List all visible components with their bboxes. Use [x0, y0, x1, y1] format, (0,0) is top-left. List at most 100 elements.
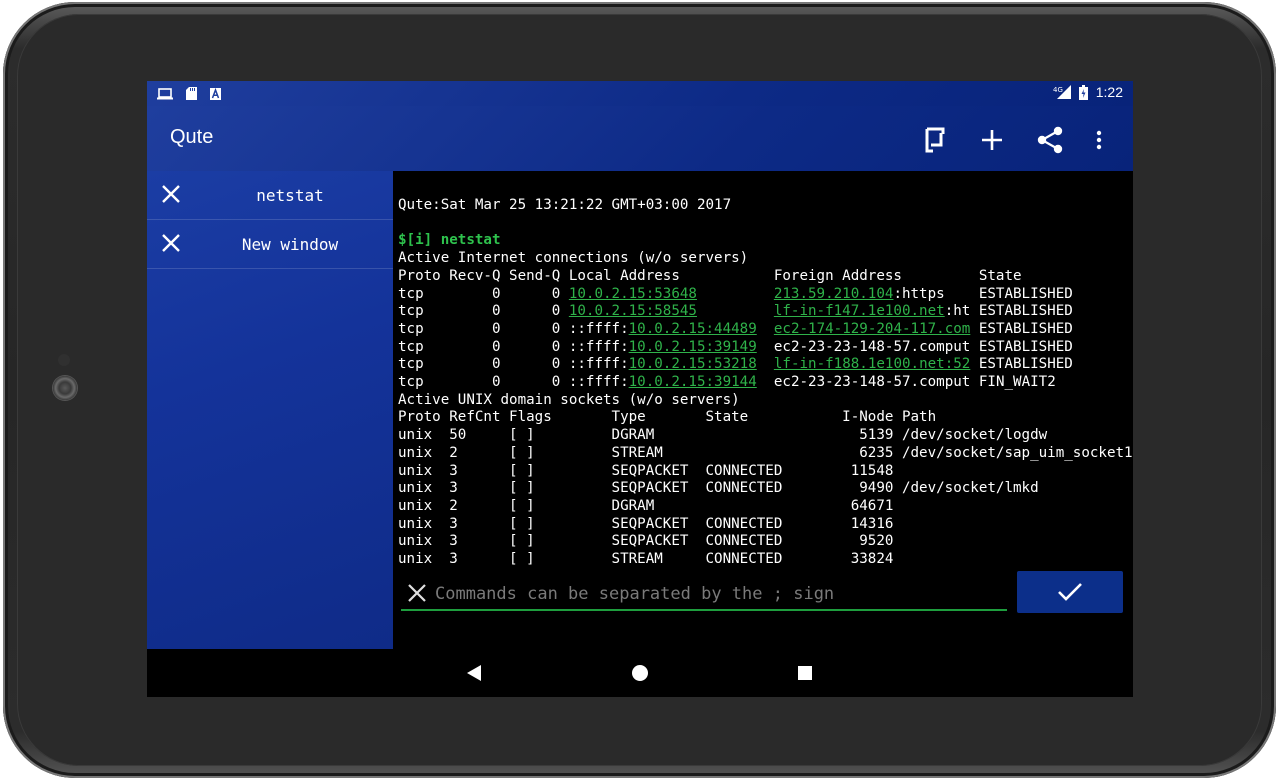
unix-socket-row: unix 2 [ ] DGRAM 64671 [398, 497, 894, 514]
command-input[interactable] [433, 579, 1007, 609]
plus-icon [982, 130, 1002, 150]
foreign-address-link[interactable]: lf-in-f147.1e100.net [774, 303, 945, 319]
run-command-button[interactable] [1017, 571, 1123, 613]
back-triangle-icon [467, 665, 481, 681]
command-prompt: $[i] netstat [398, 232, 501, 249]
home-circle-icon [632, 665, 648, 681]
open-terminal-button[interactable] [905, 120, 963, 160]
local-address-link[interactable]: 10.0.2.15:53218 [629, 356, 757, 372]
unix-socket-row: unix 50 [ ] DGRAM 5139 /dev/socket/logdw [398, 427, 1048, 444]
more-vert-icon [1096, 130, 1102, 150]
drawer-item-label: New window [241, 234, 339, 254]
inet-row-counts: tcp 0 0 [398, 374, 569, 391]
front-camera [53, 376, 77, 400]
unix-socket-row: unix 3 [ ] STREAM CONNECTED 33824 [398, 551, 894, 568]
laptop-icon [157, 87, 173, 99]
battery-icon [1078, 84, 1088, 100]
inet-row: tcp 0 0 ::ffff:10.0.2.15:53218 lf-in-f18… [398, 356, 1073, 372]
inet-columns: Proto Recv-Q Send-Q Local Address Foreig… [398, 267, 1022, 284]
close-icon[interactable] [161, 184, 181, 204]
local-address-link[interactable]: 10.0.2.15:53648 [569, 286, 697, 302]
inet-rows: tcp 0 0 10.0.2.15:53648 213.59.210.104:h… [398, 286, 1073, 391]
inet-row: tcp 0 0 10.0.2.15:58545 lf-in-f147.1e100… [398, 303, 1073, 319]
overflow-menu-button[interactable] [1079, 120, 1119, 160]
unix-socket-row: unix 3 [ ] SEQPACKET CONNECTED 9490 /dev… [398, 480, 1039, 497]
sd-card-icon [186, 87, 197, 100]
command-field [401, 579, 1007, 611]
home-button[interactable] [628, 661, 652, 685]
drawer-item-new-window[interactable]: New window [147, 220, 393, 269]
navigation-bar [147, 649, 1133, 697]
connection-state: FIN_WAIT2 [970, 374, 1056, 391]
foreign-address-link[interactable]: ec2-174-129-204-117.com [774, 321, 970, 337]
unix-columns: Proto RefCnt Flags Type State I-Node Pat… [398, 409, 937, 426]
unix-socket-row: unix 3 [ ] SEQPACKET CONNECTED 14316 [398, 515, 894, 532]
ipv6-prefix: ::ffff: [568, 320, 629, 337]
app-title: Qute [170, 126, 214, 148]
recents-button[interactable] [793, 661, 817, 685]
proximity-sensor [58, 354, 70, 366]
connection-state: ESTABLISHED [970, 303, 1073, 320]
local-address-link[interactable]: 10.0.2.15:39144 [629, 374, 757, 390]
unix-socket-row: unix 3 [ ] SEQPACKET CONNECTED 11548 [398, 462, 894, 479]
inet-title: Active Internet connections (w/o servers… [398, 250, 749, 267]
back-button[interactable] [462, 661, 486, 685]
keyboard-a-icon [210, 87, 221, 100]
local-address-link[interactable]: 10.0.2.15:58545 [569, 303, 697, 319]
window-drawer: netstat New window [147, 171, 393, 649]
clear-icon[interactable] [407, 583, 427, 603]
session-header: Qute:Sat Mar 25 13:21:22 GMT+03:00 2017 [398, 197, 732, 213]
foreign-address-text: ec2-23-23-148-57.comput [773, 338, 971, 355]
inet-row: tcp 0 0 ::ffff:10.0.2.15:39144 ec2-23-23… [398, 374, 1056, 390]
drawer-item-netstat[interactable]: netstat [147, 171, 393, 220]
ipv6-prefix: ::ffff: [568, 374, 629, 391]
unix-title: Active UNIX domain sockets (w/o servers) [398, 391, 740, 408]
add-window-button[interactable] [963, 120, 1021, 160]
connection-state: ESTABLISHED [970, 285, 1073, 302]
close-icon[interactable] [161, 233, 181, 253]
check-icon [1058, 583, 1082, 601]
ipv6-prefix: ::ffff: [568, 356, 629, 373]
device-screen: 4G 1:22 Qute netstat New window Qute:Sat… [147, 81, 1133, 697]
foreign-address-text: :ht [944, 303, 971, 320]
connection-state: ESTABLISHED [970, 356, 1073, 373]
ipv6-prefix: ::ffff: [568, 338, 629, 355]
drawer-item-label: netstat [256, 185, 324, 205]
share-icon [1037, 126, 1063, 154]
command-bar [393, 569, 1133, 617]
foreign-address-text: ec2-23-23-148-57.comput [773, 374, 971, 391]
inet-row-counts: tcp 0 0 [398, 356, 569, 373]
local-address-link[interactable]: 10.0.2.15:39149 [629, 339, 757, 355]
inet-row-counts: tcp 0 0 [398, 338, 569, 355]
terminal-output[interactable]: Qute:Sat Mar 25 13:21:22 GMT+03:00 2017 … [393, 171, 1133, 573]
foreign-address-text: :https [893, 285, 971, 302]
inet-row-counts: tcp 0 0 [398, 285, 569, 302]
local-address-link[interactable]: 10.0.2.15:44489 [629, 321, 757, 337]
status-bar: 4G 1:22 [147, 81, 1133, 106]
foreign-address-link[interactable]: lf-in-f188.1e100.net:52 [774, 356, 970, 372]
inet-row-counts: tcp 0 0 [398, 303, 569, 320]
svg-text:4G: 4G [1053, 86, 1063, 94]
unix-rows: unix 50 [ ] DGRAM 5139 /dev/socket/logdw… [398, 427, 1133, 567]
connection-state: ESTABLISHED [970, 338, 1073, 355]
connection-state: ESTABLISHED [970, 320, 1073, 337]
unix-socket-row: unix 2 [ ] STREAM 6235 /dev/socket/sap_u… [398, 444, 1133, 461]
foreign-address-link[interactable]: 213.59.210.104 [774, 286, 894, 302]
inet-row: tcp 0 0 10.0.2.15:53648 213.59.210.104:h… [398, 286, 1073, 302]
terminal-window-icon [925, 127, 945, 153]
inet-row-counts: tcp 0 0 [398, 320, 569, 337]
inet-row: tcp 0 0 ::ffff:10.0.2.15:39149 ec2-23-23… [398, 339, 1073, 355]
inet-row: tcp 0 0 ::ffff:10.0.2.15:44489 ec2-174-1… [398, 321, 1073, 337]
signal-icon: 4G [1053, 85, 1071, 99]
unix-socket-row: unix 3 [ ] SEQPACKET CONNECTED 9520 [398, 533, 894, 550]
app-bar: Qute [147, 106, 1133, 171]
share-button[interactable] [1021, 120, 1079, 160]
terminal-text: Qute:Sat Mar 25 13:21:22 GMT+03:00 2017 … [398, 197, 1133, 569]
clock: 1:22 [1095, 84, 1123, 100]
